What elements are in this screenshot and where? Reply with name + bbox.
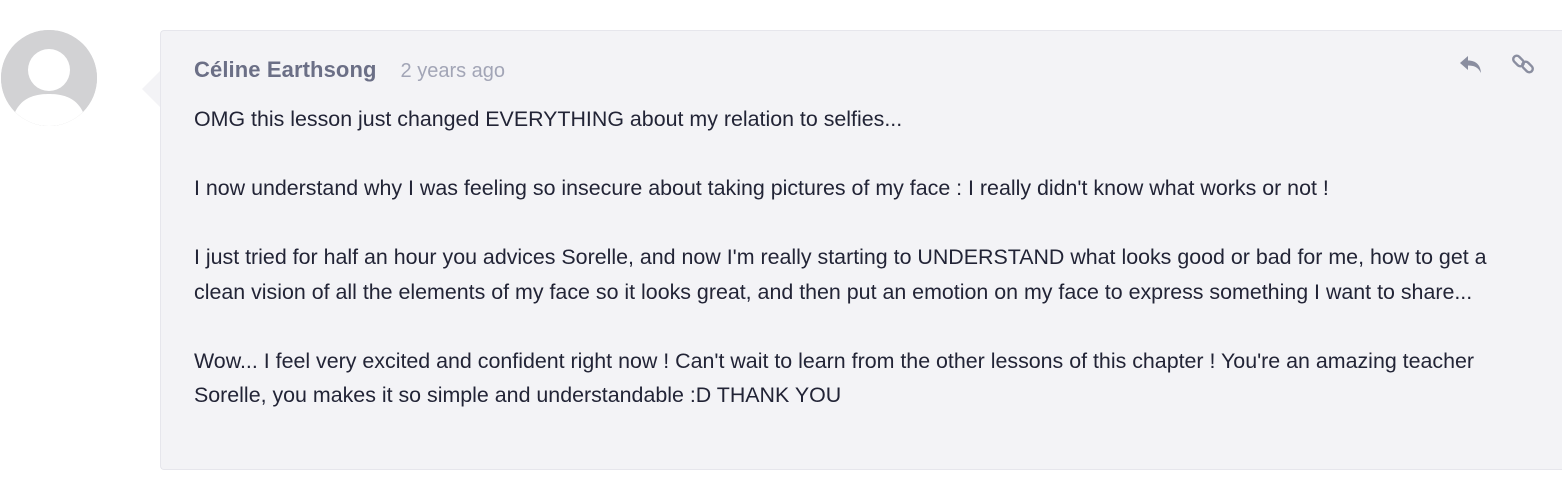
- comment: Céline Earthsong 2 years ago OMG this le…: [0, 0, 1562, 480]
- comment-header: Céline Earthsong 2 years ago: [194, 57, 505, 83]
- comment-paragraph-4: Wow... I feel very excited and confident…: [194, 348, 1475, 408]
- comment-paragraph-3: I just tried for half an hour you advice…: [194, 245, 1487, 304]
- comment-body: OMG this lesson just changed EVERYTHING …: [194, 102, 1539, 413]
- default-user-avatar-icon: [1, 30, 97, 126]
- link-icon: [1512, 54, 1534, 74]
- comment-actions: [1458, 51, 1536, 77]
- comment-bubble: Céline Earthsong 2 years ago OMG this le…: [160, 30, 1562, 470]
- permalink-button[interactable]: [1510, 51, 1536, 77]
- avatar[interactable]: [1, 30, 97, 126]
- reply-button[interactable]: [1458, 51, 1484, 77]
- comment-paragraph-2: I now understand why I was feeling so in…: [194, 176, 1329, 200]
- speech-bubble-arrow: [142, 70, 161, 108]
- author-name[interactable]: Céline Earthsong: [194, 57, 377, 83]
- comment-paragraph-1: OMG this lesson just changed EVERYTHING …: [194, 107, 903, 131]
- reply-icon: [1460, 56, 1481, 73]
- comment-timestamp[interactable]: 2 years ago: [401, 60, 506, 83]
